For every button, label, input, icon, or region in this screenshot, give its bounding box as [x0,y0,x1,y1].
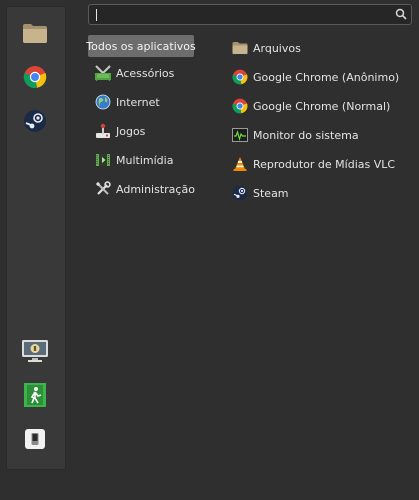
chrome-icon [232,69,248,85]
category-multimedia[interactable]: Multimídia [88,148,173,172]
system-monitor-icon [232,128,248,142]
category-label: Administração [116,182,195,196]
favorites-rail [6,6,66,470]
shutdown-button[interactable] [20,424,50,454]
logout-button[interactable] [20,380,50,410]
favorite-chrome-button[interactable] [20,62,50,92]
search-box[interactable] [88,4,412,25]
app-label: Steam [253,186,289,200]
lock-screen-button[interactable] [20,336,50,366]
app-label: Arquivos [253,41,301,55]
logout-icon [24,383,46,407]
app-chrome-incognito[interactable]: Google Chrome (Anônimo) [228,65,399,89]
favorite-files-button[interactable] [20,18,50,48]
category-label: Todos os aplicativos [86,39,196,53]
games-icon [96,123,110,138]
app-steam[interactable]: Steam [228,181,289,205]
text-caret [96,9,97,21]
steam-icon [232,185,248,201]
app-label: Google Chrome (Anônimo) [253,70,400,84]
app-chrome-normal[interactable]: Google Chrome (Normal) [228,94,390,118]
app-vlc[interactable]: Reprodutor de Mídias VLC [228,152,395,176]
category-label: Multimídia [116,153,174,167]
multimedia-icon [96,154,110,166]
folder-icon [232,42,248,54]
administration-icon [95,181,111,195]
app-label: Google Chrome (Normal) [253,99,391,113]
category-games[interactable]: Jogos [88,119,145,143]
folder-icon [23,24,47,43]
category-label: Jogos [116,124,146,138]
search-icon [395,8,407,20]
internet-icon [95,94,111,110]
application-menu: Todos os aplicativos Acessórios Internet… [0,0,419,500]
category-label: Internet [116,95,160,109]
chrome-icon [23,66,47,89]
category-accessories[interactable]: Acessórios [88,61,174,85]
app-label: Reprodutor de Mídias VLC [253,157,396,171]
shutdown-icon [25,429,45,449]
search-input[interactable] [93,6,387,23]
category-administration[interactable]: Administração [88,177,195,201]
app-files[interactable]: Arquivos [228,36,301,60]
lock-screen-icon [22,340,48,362]
accessories-icon [95,65,111,81]
category-internet[interactable]: Internet [88,90,160,114]
category-label: Acessórios [116,66,175,80]
steam-icon [24,110,46,132]
category-all-applications[interactable]: Todos os aplicativos [86,35,196,57]
chrome-icon [232,98,248,114]
app-label: Monitor do sistema [253,128,359,142]
vlc-icon [233,157,247,171]
app-system-monitor[interactable]: Monitor do sistema [228,123,359,147]
favorite-steam-button[interactable] [20,106,50,136]
